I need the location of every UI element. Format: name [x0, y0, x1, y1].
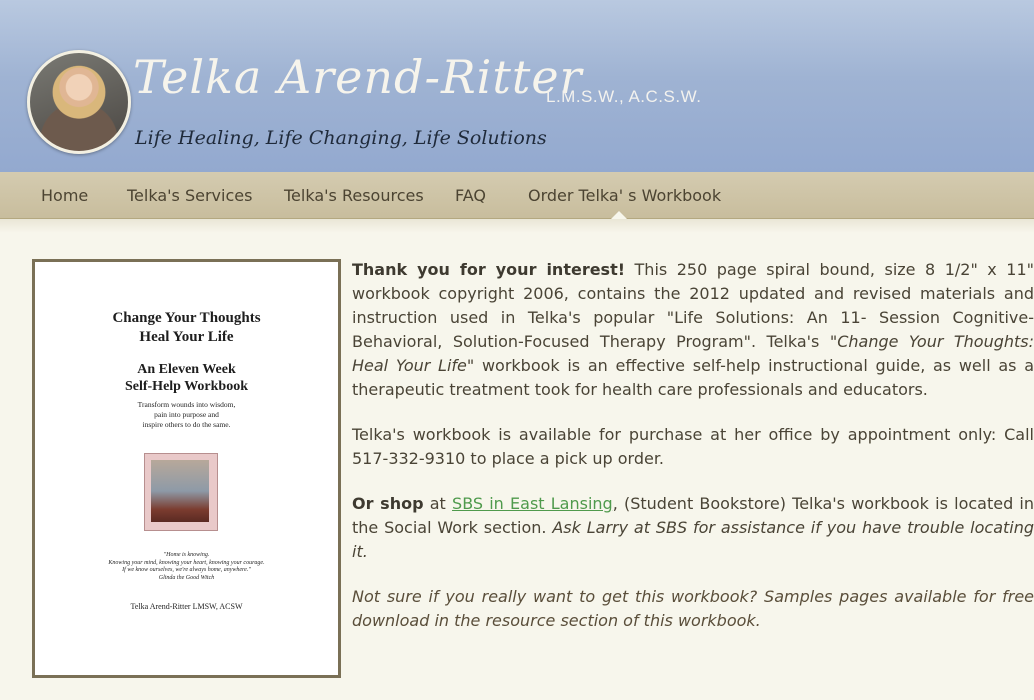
book-title: Change Your Thoughts Heal Your Life [112, 310, 261, 345]
site-header: Telka Arend-Ritter L.M.S.W., A.C.S.W. Li… [0, 0, 1034, 172]
ruby-slippers-photo [151, 460, 209, 522]
intro-paragraph: Thank you for your interest! This 250 pa… [352, 260, 1034, 399]
nav-faq[interactable]: FAQ [455, 186, 486, 205]
profile-photo [27, 50, 131, 154]
credentials: L.M.S.W., A.C.S.W. [546, 87, 702, 106]
nav-home[interactable]: Home [41, 186, 88, 205]
nav-resources[interactable]: Telka's Resources [284, 186, 424, 205]
tagline: Life Healing, Life Changing, Life Soluti… [135, 127, 547, 149]
main-content: Thank you for your interest! This 250 pa… [352, 258, 1034, 654]
shop-paragraph: Or shop at SBS in East Lansing, (Student… [352, 494, 1034, 561]
book-cover-illustration [144, 453, 218, 531]
main-nav: Home Telka's Services Telka's Resources … [0, 172, 1034, 219]
book-quote: "Home is knowing. Knowing your mind, kno… [108, 552, 265, 581]
shop-bold: Or shop [352, 494, 424, 513]
book-blurb: Transform wounds into wisdom, pain into … [137, 400, 236, 429]
active-nav-indicator [611, 211, 627, 219]
nav-services[interactable]: Telka's Services [127, 186, 252, 205]
intro-bold: Thank you for your interest! [352, 260, 626, 279]
purchase-paragraph: Telka's workbook is available for purcha… [352, 425, 1034, 468]
book-subtitle: An Eleven Week Self-Help Workbook [124, 362, 249, 394]
samples-paragraph: Not sure if you really want to get this … [352, 587, 1034, 630]
site-title[interactable]: Telka Arend-Ritter [133, 50, 583, 110]
book-author: Telka Arend-Ritter LMSW, ACSW [130, 602, 243, 611]
nav-shadow [0, 219, 1034, 233]
nav-order-workbook[interactable]: Order Telka' s Workbook [528, 186, 721, 205]
book-cover-image: Change Your Thoughts Heal Your Life An E… [32, 259, 341, 678]
sbs-link[interactable]: SBS in East Lansing [452, 494, 613, 513]
